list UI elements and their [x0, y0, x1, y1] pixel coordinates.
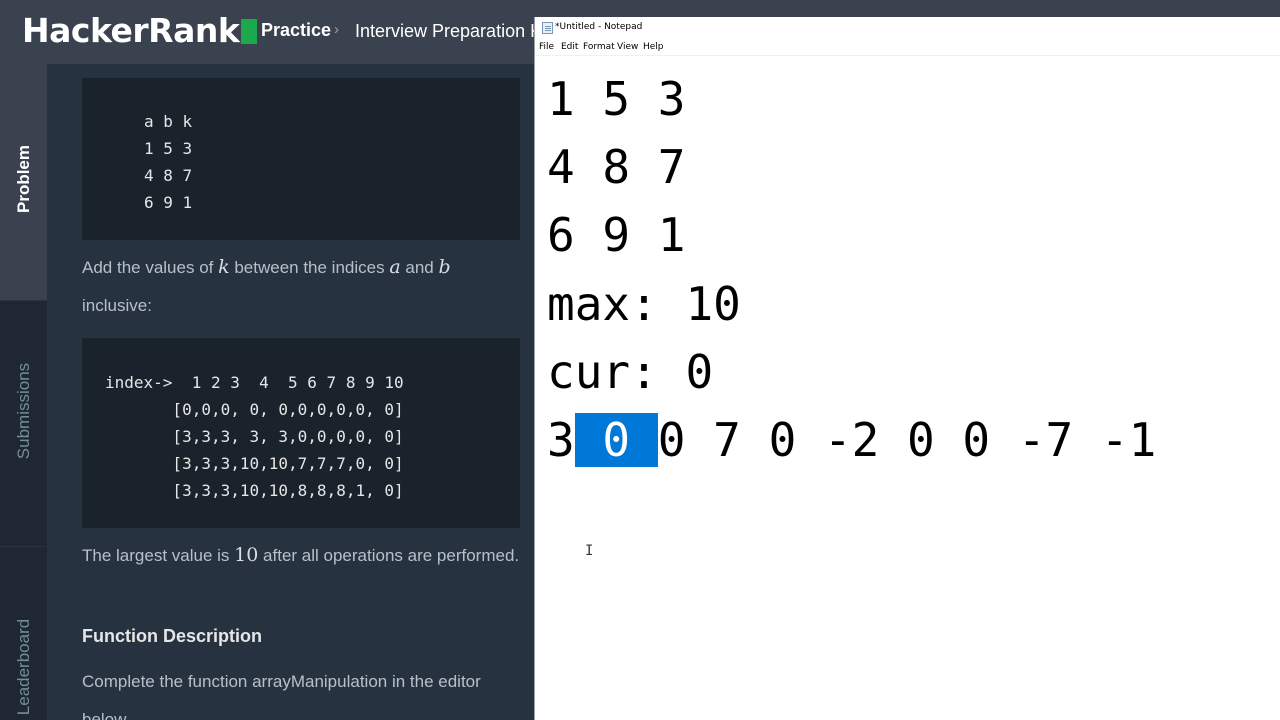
math-k: k: [218, 256, 230, 278]
text-line-max: max: 10: [547, 276, 741, 331]
result-paragraph: The largest value is 10 after all operat…: [82, 536, 522, 575]
notepad-window: *Untitled - Notepad File Edit Format Vie…: [534, 17, 1280, 720]
explanation-paragraph: Add the values of k between the indices …: [82, 248, 522, 325]
diff-line-start: 3: [547, 413, 575, 468]
para1-text-4: inclusive:: [82, 296, 152, 315]
tab-problem-label: Problem: [13, 144, 33, 214]
problem-statement: a b k 1 5 3 4 8 7 6 9 1 Add the values o…: [47, 64, 534, 720]
tab-problem[interactable]: Problem: [0, 64, 47, 300]
menu-edit[interactable]: Edit: [561, 42, 578, 52]
tab-leaderboard[interactable]: Leaderboard: [0, 546, 47, 720]
breadcrumb-section[interactable]: Interview Preparation K: [355, 21, 542, 42]
notepad-menubar: File Edit Format View Help: [535, 39, 1280, 56]
text-line-1: 1 5 3: [547, 72, 686, 126]
para2-text-1: The largest value is: [82, 546, 235, 565]
math-b: b: [438, 256, 451, 278]
logo-text: HackerRank: [22, 11, 240, 50]
logo-mark: [241, 19, 258, 44]
function-description-heading: Function Description: [82, 626, 262, 646]
math-a: a: [389, 256, 401, 278]
text-selection: 0: [574, 413, 658, 468]
text-line-2: 4 8 7: [547, 140, 686, 195]
math-10: 10: [234, 544, 259, 566]
breadcrumb-practice[interactable]: Practice: [261, 20, 331, 41]
text-line-3: 6 9 1: [547, 208, 686, 263]
notepad-app-icon: [542, 22, 553, 34]
chevron-right-icon: ›: [334, 21, 339, 38]
problem-tabs: Problem Submissions Leaderboard: [0, 64, 47, 720]
tab-submissions[interactable]: Submissions: [0, 300, 47, 546]
menu-file[interactable]: File: [539, 42, 554, 52]
text-cursor-icon: I: [585, 543, 594, 559]
notepad-titlebar[interactable]: *Untitled - Notepad: [535, 17, 1280, 39]
menu-help[interactable]: Help: [643, 42, 664, 52]
function-description-text: Complete the function arrayManipulation …: [82, 672, 481, 720]
para1-text-1: Add the values of: [82, 258, 219, 277]
text-line-cur: cur: 0: [547, 344, 714, 399]
menu-format[interactable]: Format: [583, 42, 615, 52]
para1-text-3: and: [400, 258, 439, 277]
notepad-text: 1 5 3 4 8 7 6 9 1 max: 10 cur: 0 3 0 0 7…: [547, 65, 1156, 474]
hackerrank-logo[interactable]: HackerRank: [22, 11, 258, 50]
tab-submissions-label: Submissions: [13, 362, 33, 460]
sample-operations-code: a b k 1 5 3 4 8 7 6 9 1: [82, 78, 520, 240]
menu-view[interactable]: View: [617, 42, 638, 52]
para2-text-2: after all operations are performed.: [258, 546, 520, 565]
para1-text-2: between the indices: [229, 258, 390, 277]
tab-leaderboard-label: Leaderboard: [13, 618, 33, 716]
array-progression-code: index-> 1 2 3 4 5 6 7 8 9 10 [0,0,0, 0, …: [82, 338, 520, 528]
diff-line-rest: 0 7 0 -2 0 0 -7 -1: [657, 413, 1157, 468]
notepad-text-area[interactable]: 1 5 3 4 8 7 6 9 1 max: 10 cur: 0 3 0 0 7…: [535, 57, 1280, 720]
notepad-title: *Untitled - Notepad: [555, 22, 643, 32]
